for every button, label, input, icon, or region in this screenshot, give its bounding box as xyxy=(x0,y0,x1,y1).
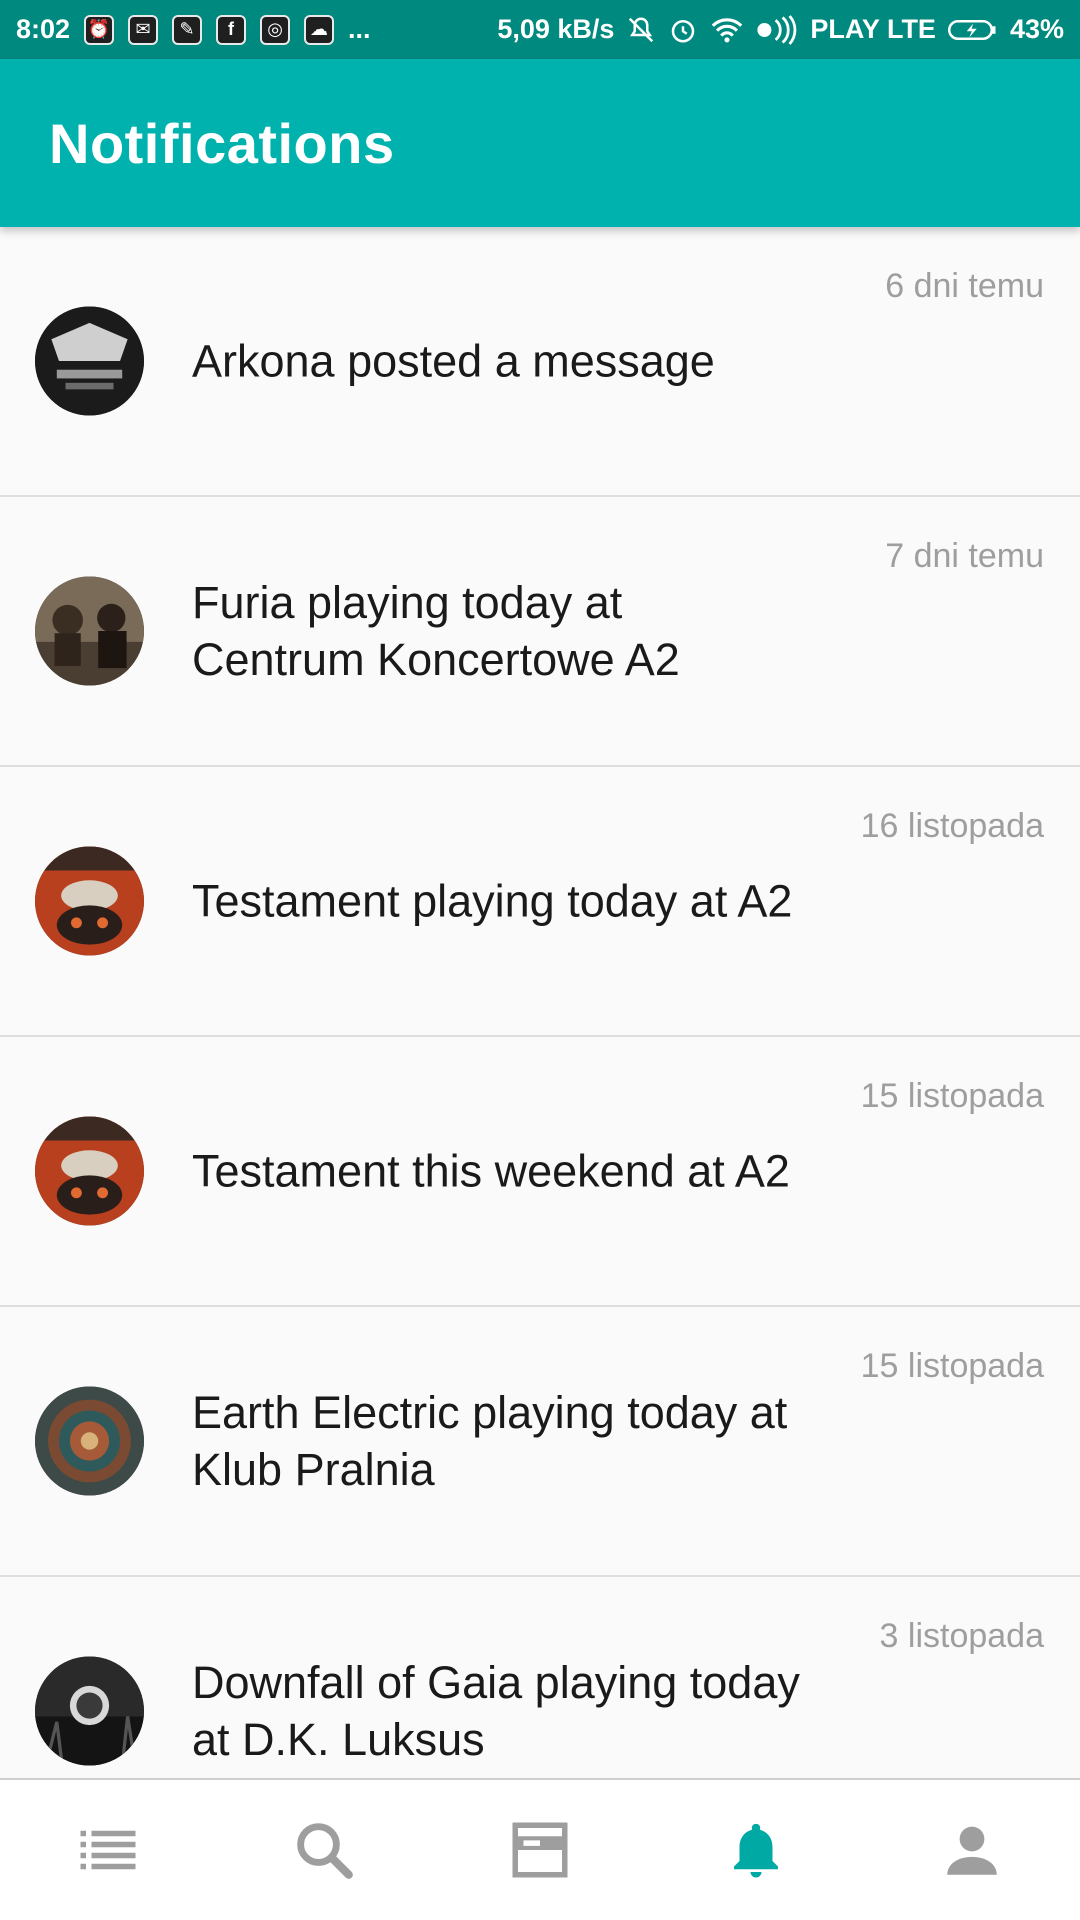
notification-row[interactable]: Arkona posted a message 6 dni temu xyxy=(0,227,1080,497)
facebook-icon: f xyxy=(216,14,247,45)
notification-time: 15 listopada xyxy=(860,1077,1044,1115)
wifi-icon xyxy=(710,15,744,45)
tools-app-icon: ✎ xyxy=(172,14,203,45)
nav-feed[interactable] xyxy=(0,1780,216,1920)
calendar-card-icon xyxy=(512,1822,568,1878)
furia-avatar xyxy=(35,576,144,686)
bell-icon xyxy=(734,1823,778,1878)
arkona-avatar xyxy=(35,306,144,416)
notification-time: 15 listopada xyxy=(860,1347,1044,1385)
nav-events[interactable] xyxy=(432,1780,648,1920)
notification-row[interactable]: Furia playing today at Centrum Koncertow… xyxy=(0,497,1080,767)
cloud-icon: ☁ xyxy=(304,14,335,45)
notification-row[interactable]: Earth Electric playing today at Klub Pra… xyxy=(0,1307,1080,1577)
status-bar: 8:02 ⏰ ✉ ✎ f ◎ ☁ ... 5,09 kB/s PLAY LTE … xyxy=(0,0,1080,59)
notification-list[interactable]: Arkona posted a message 6 dni temu Furia… xyxy=(0,227,1080,1778)
more-notifications-indicator: ... xyxy=(348,14,371,44)
person-icon xyxy=(947,1826,997,1875)
testament-avatar xyxy=(35,1116,144,1226)
notification-text: Furia playing today at Centrum Koncertow… xyxy=(192,577,680,685)
page-title: Notifications xyxy=(49,111,395,175)
notification-time: 6 dni temu xyxy=(885,267,1044,305)
nav-search[interactable] xyxy=(216,1780,432,1920)
alarm-app-icon: ⏰ xyxy=(84,14,115,45)
nav-notifications[interactable] xyxy=(648,1780,864,1920)
app-bar: Notifications xyxy=(0,59,1080,227)
notification-text: Arkona posted a message xyxy=(192,335,715,387)
earth-electric-avatar xyxy=(35,1386,144,1496)
downfall-of-gaia-avatar xyxy=(35,1656,144,1766)
notification-row[interactable]: Testament playing today at A2 16 listopa… xyxy=(0,767,1080,1037)
notification-text: Earth Electric playing today at Klub Pra… xyxy=(192,1387,788,1495)
notification-text: Testament this weekend at A2 xyxy=(192,1145,790,1197)
battery-icon xyxy=(947,16,998,44)
status-time: 8:02 xyxy=(16,14,71,44)
instagram-icon: ◎ xyxy=(260,14,291,45)
notification-time: 3 listopada xyxy=(879,1617,1044,1655)
carrier-label: PLAY LTE xyxy=(810,14,936,44)
battery-percent: 43% xyxy=(1009,14,1064,44)
notification-text: Testament playing today at A2 xyxy=(192,875,793,927)
search-icon xyxy=(297,1823,353,1879)
notification-time: 16 listopada xyxy=(860,807,1044,845)
bottom-navigation xyxy=(0,1778,1080,1920)
alarm-clock-icon xyxy=(668,15,698,45)
notification-row[interactable]: Downfall of Gaia playing today at D.K. L… xyxy=(0,1577,1080,1778)
signal-icon xyxy=(756,14,798,45)
testament-avatar xyxy=(35,846,144,956)
mute-icon xyxy=(626,15,656,45)
notification-row[interactable]: Testament this weekend at A2 15 listopad… xyxy=(0,1037,1080,1307)
nav-profile[interactable] xyxy=(864,1780,1080,1920)
mail-app-icon: ✉ xyxy=(128,14,159,45)
list-icon xyxy=(80,1830,136,1870)
notification-time: 7 dni temu xyxy=(885,537,1044,575)
notification-text: Downfall of Gaia playing today at D.K. L… xyxy=(192,1657,800,1765)
network-speed: 5,09 kB/s xyxy=(497,14,615,44)
